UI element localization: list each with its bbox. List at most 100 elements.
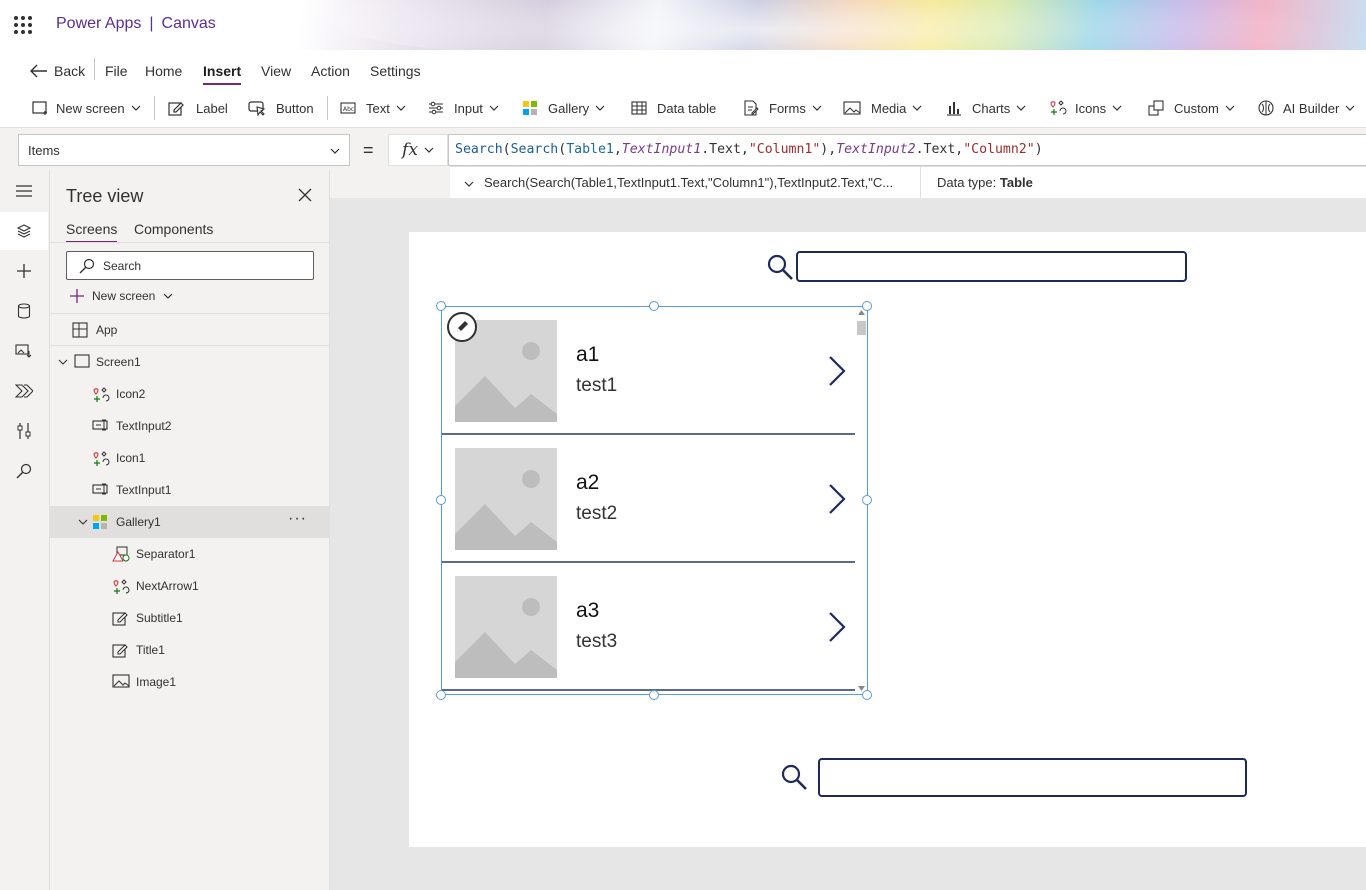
resize-handle-left[interactable]: [436, 495, 446, 505]
menu-settings[interactable]: Settings: [370, 63, 421, 79]
layers-icon: [16, 224, 32, 238]
chevron-right-icon[interactable]: [827, 483, 847, 515]
formula-result-strip: Search(Search(Table1,TextInput1.Text,"Co…: [450, 166, 1366, 199]
rail-search[interactable]: [0, 452, 48, 490]
gallery-item-image: [455, 448, 557, 550]
rail-tree-view[interactable]: [0, 212, 48, 250]
gallery-item-subtitle: test2: [576, 503, 618, 524]
insert-custom-button[interactable]: Custom: [1148, 98, 1235, 118]
gallery[interactable]: a1 test1 a2 test2 a3 test3: [441, 306, 868, 695]
rail-advanced-tools[interactable]: [0, 412, 48, 450]
expand-chevron-icon[interactable]: [464, 179, 474, 189]
tab-screens[interactable]: Screens: [66, 221, 118, 243]
collapse-chevron-icon[interactable]: [58, 357, 68, 367]
gallery-item-image: [455, 576, 557, 678]
resize-handle-bottom-left[interactable]: [436, 690, 446, 700]
more-options-icon[interactable]: ···: [288, 510, 307, 528]
icon-control-icon: [113, 579, 130, 594]
rail-insert[interactable]: [0, 252, 48, 290]
tab-components[interactable]: Components: [134, 221, 213, 237]
tree-node-screen1[interactable]: Screen1: [50, 346, 330, 378]
app-launcher-icon[interactable]: [14, 16, 32, 34]
insert-icons-button[interactable]: Icons: [1049, 98, 1122, 118]
resize-handle-bottom-right[interactable]: [862, 690, 872, 700]
resize-handle-top[interactable]: [649, 301, 659, 311]
insert-charts-button[interactable]: Charts: [946, 98, 1026, 118]
new-screen-button[interactable]: New screen: [32, 98, 141, 118]
resize-handle-top-right[interactable]: [862, 301, 872, 311]
gallery-item-title: a3: [576, 599, 600, 622]
formula-text: Search(Search(Table1,TextInput1.Text,"Co…: [455, 142, 1043, 157]
text-input-bottom[interactable]: [818, 758, 1247, 797]
tree-node-label: TextInput1: [116, 483, 172, 497]
rail-media[interactable]: [0, 332, 48, 370]
gallery-item[interactable]: a2 test2: [442, 435, 855, 563]
tree-node-label: Gallery1: [116, 515, 161, 529]
text-button-text: Text: [366, 100, 390, 116]
button-cursor-icon: [248, 101, 266, 116]
scroll-up-icon[interactable]: [858, 310, 865, 315]
text-input-top[interactable]: [796, 251, 1187, 282]
insert-text-button[interactable]: Abc Text: [340, 98, 406, 118]
tree-node-textinput2[interactable]: TextInput2: [50, 410, 330, 442]
gallery-item[interactable]: a3 test3: [442, 563, 855, 691]
left-nav-rail: [0, 170, 50, 890]
tree-view-panel: Tree view Screens Components Search New …: [50, 170, 330, 890]
search-icon[interactable]: [766, 253, 794, 281]
menu-home[interactable]: Home: [145, 63, 182, 79]
resize-handle-top-left[interactable]: [436, 301, 446, 311]
result-divider: [920, 167, 921, 199]
tree-node-image1[interactable]: Image1: [50, 666, 330, 698]
close-icon[interactable]: [298, 188, 312, 202]
menu-insert[interactable]: Insert: [203, 63, 242, 85]
app-header: Power Apps | Canvas: [0, 0, 1366, 50]
chevron-right-icon[interactable]: [827, 355, 847, 387]
resize-handle-right[interactable]: [862, 495, 872, 505]
insert-input-button[interactable]: Input: [428, 98, 499, 118]
insert-button-button[interactable]: Button: [248, 98, 314, 118]
search-icon[interactable]: [780, 763, 808, 791]
rail-power-automate[interactable]: [0, 372, 48, 410]
back-button[interactable]: Back: [30, 63, 85, 79]
insert-forms-button[interactable]: Forms: [743, 98, 822, 118]
insert-gallery-button[interactable]: Gallery: [522, 98, 605, 118]
tree-search-input[interactable]: Search: [66, 251, 314, 280]
tree-node-label: Icon2: [116, 387, 146, 401]
label-edit-icon: [168, 102, 184, 116]
tree-node-nextarrow1[interactable]: NextArrow1: [50, 570, 330, 602]
tree-node-gallery1[interactable]: Gallery1 ···: [50, 506, 330, 538]
forms-button-text: Forms: [769, 100, 806, 116]
collapse-chevron-icon[interactable]: [78, 517, 88, 527]
scrollbar-thumb[interactable]: [857, 321, 866, 335]
property-dropdown[interactable]: Items: [18, 134, 350, 166]
data-table-button-text: Data table: [657, 100, 717, 116]
menu-action[interactable]: Action: [311, 63, 350, 79]
tree-node-icon2[interactable]: Icon2: [50, 378, 330, 410]
tree-node-textinput1[interactable]: TextInput1: [50, 474, 330, 506]
edit-gallery-button[interactable]: [447, 312, 477, 342]
formula-input[interactable]: Search(Search(Table1,TextInput1.Text,"Co…: [448, 134, 1366, 166]
formula-token: Search: [510, 142, 559, 157]
tree-node-subtitle1[interactable]: Subtitle1: [50, 602, 330, 634]
database-icon: [17, 303, 31, 319]
menu-view[interactable]: View: [261, 63, 291, 79]
rail-data[interactable]: [0, 292, 48, 330]
fx-function-button[interactable]: fx: [388, 134, 448, 166]
chevron-right-icon[interactable]: [827, 611, 847, 643]
insert-media-button[interactable]: Media: [843, 98, 922, 118]
gallery-item-subtitle: test3: [576, 631, 618, 652]
tree-node-app[interactable]: App: [50, 314, 330, 346]
hamburger-menu-button[interactable]: [0, 172, 48, 210]
insert-ribbon: New screen Label Button Abc Text Input G…: [0, 88, 1366, 128]
resize-handle-bottom[interactable]: [649, 690, 659, 700]
insert-ai-builder-button[interactable]: AI Builder: [1257, 98, 1355, 118]
app-icon: [72, 322, 88, 338]
menu-file[interactable]: File: [105, 63, 128, 79]
tree-node-separator1[interactable]: Separator1: [50, 538, 330, 570]
tree-node-title1[interactable]: Title1: [50, 634, 330, 666]
insert-data-table-button[interactable]: Data table: [631, 98, 716, 118]
gallery-item[interactable]: a1 test1: [442, 307, 855, 435]
insert-label-button[interactable]: Label: [168, 98, 228, 118]
tree-new-screen-button[interactable]: New screen: [70, 289, 173, 303]
tree-node-icon1[interactable]: Icon1: [50, 442, 330, 474]
